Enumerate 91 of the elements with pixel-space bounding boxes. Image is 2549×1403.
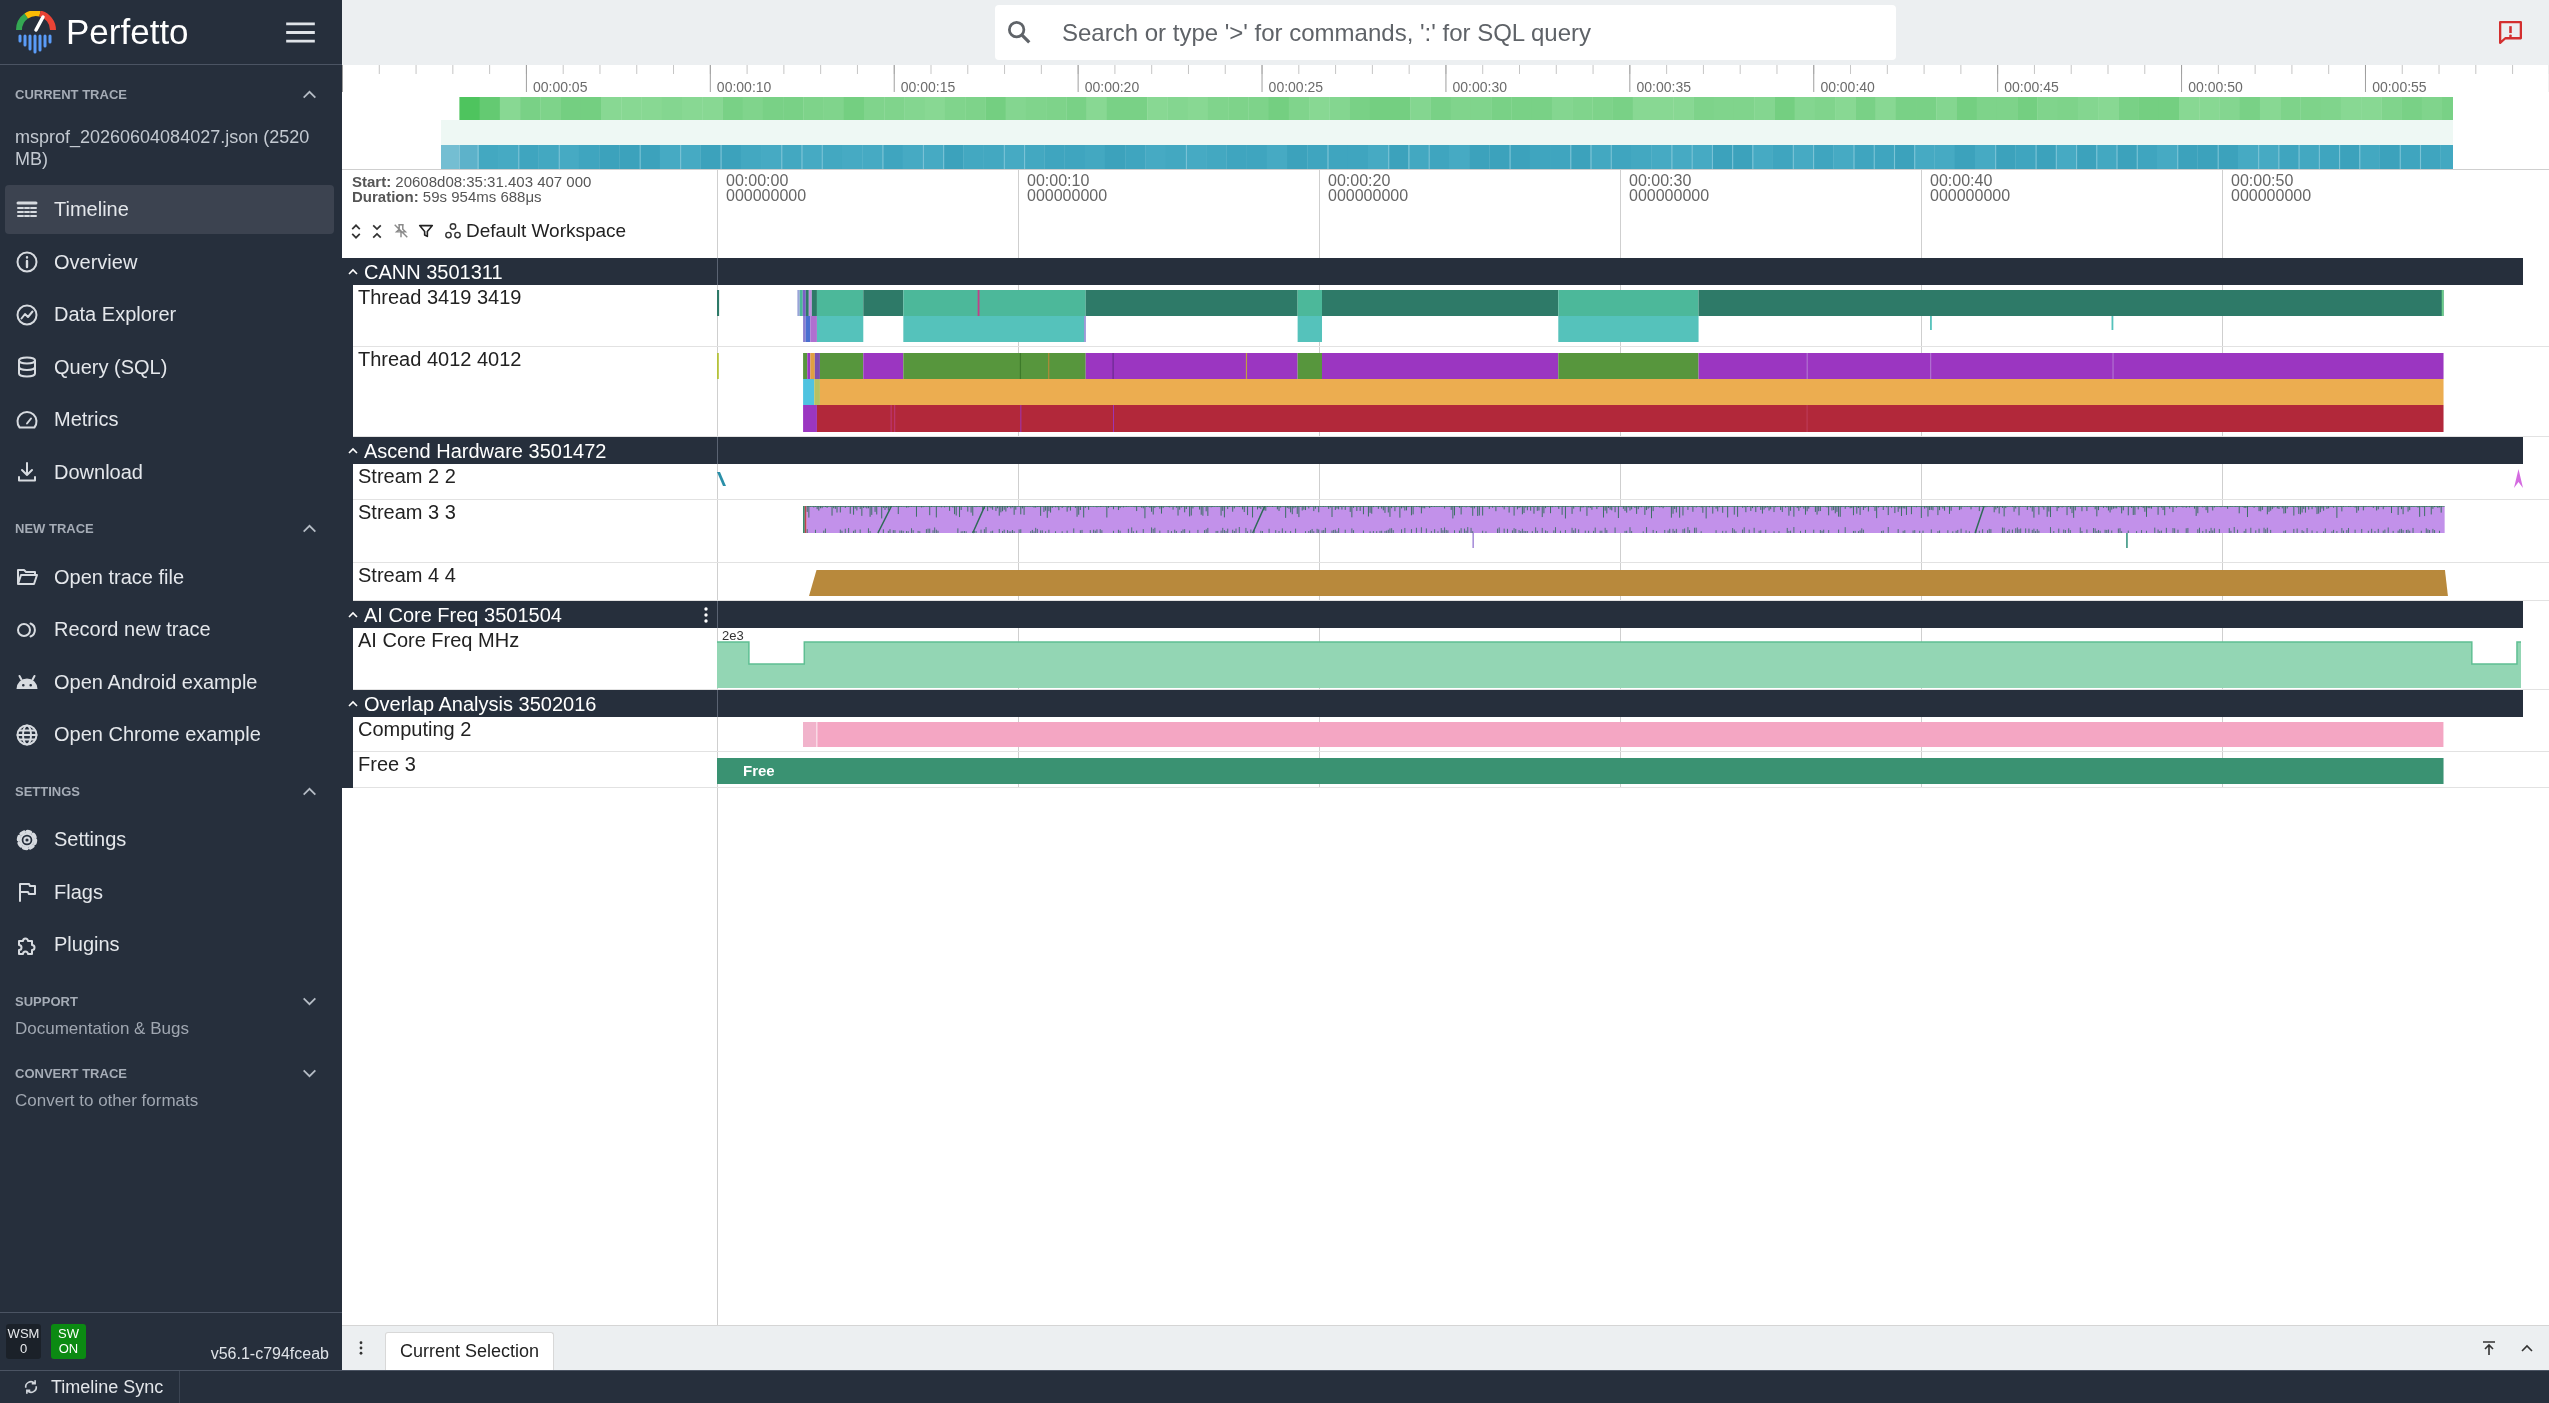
tick-label: 00:00:20 <box>1084 79 1140 95</box>
three-circles-icon <box>444 222 462 240</box>
track-name: Thread 4012 4012 <box>358 348 522 370</box>
sidebar-item[interactable]: Download <box>5 447 334 497</box>
track-name: Stream 3 3 <box>358 501 456 523</box>
tick-label: 00:00:40 <box>1930 173 1994 188</box>
tick-label: 00:00:55 <box>2372 79 2427 95</box>
tick-label: 000000000 <box>1027 188 1109 203</box>
chevron-up-icon[interactable] <box>302 524 317 533</box>
sidebar-item[interactable]: Data Explorer <box>5 290 334 339</box>
tick-label: 00:00:10 <box>1027 173 1091 188</box>
app-title: Perfetto <box>66 12 189 52</box>
track-group-title: CANN 3501311 <box>364 260 503 283</box>
arrow-to-top-icon[interactable] <box>2481 1340 2497 1356</box>
track-name: Stream 4 4 <box>358 564 456 586</box>
track-name: Free 3 <box>358 753 416 775</box>
menu-icon[interactable] <box>286 21 315 43</box>
sidebar-item[interactable]: Open trace file <box>5 552 334 602</box>
trace-file-name: msprof_20260604084027.json (2520 MB) <box>14 126 311 170</box>
track-group-title: Ascend Hardware 3501472 <box>364 439 607 462</box>
tick-label: 00:00:30 <box>1629 173 1693 188</box>
alert-bubble-icon[interactable] <box>2499 21 2522 44</box>
sidebar-item[interactable]: Open Android example <box>5 657 334 707</box>
tick-label: 000000000 <box>726 188 808 203</box>
sidebar-item[interactable]: Timeline <box>5 185 334 234</box>
track-name: Computing 2 <box>358 718 472 740</box>
chevron-down-icon[interactable] <box>302 996 317 1006</box>
info-icon <box>15 250 39 274</box>
status-indicator: WSM 0 <box>6 1324 41 1359</box>
workspace-button[interactable]: Default Workspace <box>444 220 627 242</box>
download-icon <box>15 460 39 484</box>
section-title: NEW TRACE <box>15 521 94 536</box>
slice-sliver-icon <box>717 472 726 486</box>
slice-label: Free <box>743 761 775 781</box>
tick-label: 00:00:50 <box>2188 79 2243 95</box>
filter-icon[interactable] <box>417 222 435 240</box>
trace-start-text: Start: 20608d08:35:31.403 407 000 <box>352 174 593 189</box>
trace-duration-text: Duration: 59s 954ms 688μs <box>352 189 543 204</box>
section-summary: Documentation & Bugs <box>14 1018 190 1040</box>
track-name: Stream 2 2 <box>358 465 456 487</box>
section-title: SUPPORT <box>15 993 78 1009</box>
tick-label: 00:00:00 <box>726 173 790 188</box>
tick-label: 00:00:40 <box>1820 79 1875 95</box>
chevron-up-icon[interactable] <box>302 786 317 796</box>
database-icon <box>15 355 39 379</box>
status-indicator: SW ON <box>51 1324 86 1359</box>
tick-label: 00:00:35 <box>1636 79 1691 95</box>
arrow-marker-icon <box>2513 469 2523 488</box>
chevron-down-icon[interactable] <box>302 1068 317 1078</box>
track-name: Thread 3419 3419 <box>358 286 522 308</box>
tick-label: 000000000 <box>1328 188 1410 203</box>
sidebar-item[interactable]: Plugins <box>5 920 334 969</box>
tick-label: 000000000 <box>1629 188 1711 203</box>
sidebar-item[interactable]: Record new trace <box>5 605 334 654</box>
search-icon <box>1008 21 1031 44</box>
tick-label: 000000000 <box>2231 188 2313 203</box>
track-name: AI Core Freq MHz <box>358 629 520 651</box>
sidebar-item[interactable]: Metrics <box>5 395 334 444</box>
globe-icon <box>15 722 39 747</box>
dots-menu-icon[interactable] <box>359 1341 363 1355</box>
sidebar-item[interactable]: Flags <box>5 867 334 917</box>
logo-icon <box>16 10 56 54</box>
tick-label: 00:00:15 <box>900 79 956 95</box>
tick-label: 00:00:45 <box>2004 79 2059 95</box>
version-label: v56.1-c794fceab <box>210 1345 329 1363</box>
tick-label: 00:00:30 <box>1452 79 1508 95</box>
track-group-title: Overlap Analysis 3502016 <box>364 692 597 715</box>
search-field[interactable]: Search or type '>' for commands, ':' for SQL query <box>995 5 1896 60</box>
settings-icon <box>15 827 39 852</box>
tick-label: 00:00:05 <box>532 79 588 95</box>
chart-circle-icon <box>15 302 39 327</box>
section-title: CURRENT TRACE <box>15 86 127 102</box>
tick-label: 00:00:25 <box>1268 79 1324 95</box>
tick-label: 00:00:10 <box>716 79 772 95</box>
sidebar-item[interactable]: Open Chrome example <box>5 710 334 759</box>
panel-tab[interactable]: Current Selection <box>385 1332 555 1370</box>
crossed-pin-icon[interactable] <box>392 222 410 240</box>
section-title: SETTINGS <box>15 783 80 799</box>
dots-menu-icon[interactable] <box>704 606 708 623</box>
track-group-title: AI Core Freq 3501504 <box>364 603 562 626</box>
sidebar-item[interactable]: Overview <box>5 237 334 287</box>
counter-scale-label: 2e3 <box>722 629 744 643</box>
chevron-up-icon[interactable] <box>302 89 317 99</box>
sidebar-item[interactable]: Settings <box>5 815 334 864</box>
tick-label: 00:00:50 <box>2231 173 2295 188</box>
tick-label: 00:00:20 <box>1328 173 1392 188</box>
sidebar-item[interactable]: Query (SQL) <box>5 342 334 392</box>
section-title: CONVERT TRACE <box>15 1065 127 1081</box>
section-summary: Convert to other formats <box>14 1090 200 1112</box>
sync-icon <box>22 1378 40 1396</box>
tick-label: 000000000 <box>1930 188 2012 203</box>
